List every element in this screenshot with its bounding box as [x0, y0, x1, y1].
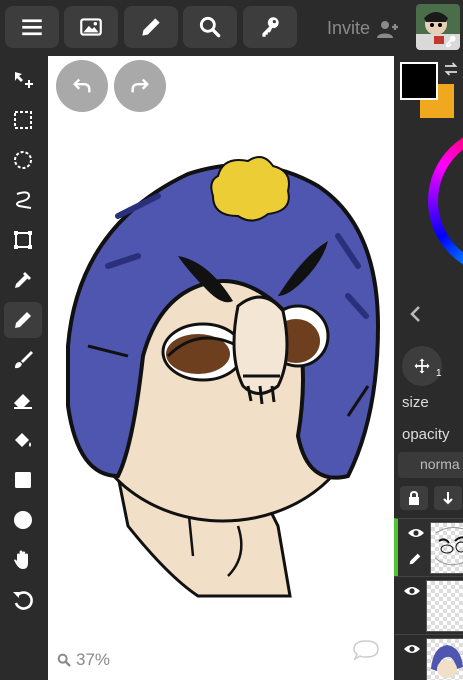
key-badge-icon — [446, 35, 456, 48]
zoom-icon — [57, 653, 71, 667]
tool-free-select[interactable] — [4, 182, 42, 218]
lasso-select-icon — [14, 151, 32, 169]
artwork — [66, 156, 381, 598]
search-icon — [199, 16, 221, 38]
tool-fill[interactable] — [4, 422, 42, 458]
move-icon — [414, 358, 430, 374]
tool-move[interactable] — [4, 62, 42, 98]
invite-label: Invite — [327, 18, 371, 38]
blend-mode-select[interactable]: norma — [398, 452, 463, 478]
square-icon — [15, 472, 31, 488]
tool-lasso-select[interactable] — [4, 142, 42, 178]
menu-button[interactable] — [5, 6, 59, 48]
color-wheel[interactable] — [428, 126, 463, 276]
top-toolbar: Invite — [0, 0, 463, 56]
chevron-left-icon[interactable] — [408, 304, 422, 324]
redo-icon — [131, 78, 150, 93]
lock-icon — [409, 490, 419, 505]
left-toolbar — [0, 56, 48, 680]
tool-hand[interactable] — [4, 542, 42, 578]
tool-shape-circle[interactable] — [4, 502, 42, 538]
undo-icon — [72, 78, 91, 93]
layer-item[interactable] — [394, 576, 463, 635]
swap-colors-icon[interactable] — [442, 60, 460, 78]
hand-icon — [14, 550, 28, 569]
drawing-canvas[interactable]: 37% — [48, 56, 394, 680]
eye-icon[interactable] — [403, 585, 421, 597]
redo-button[interactable] — [114, 60, 166, 112]
layer-thumbnail — [430, 522, 463, 574]
chat-button[interactable] — [352, 639, 380, 666]
invite-button[interactable]: Invite — [327, 18, 400, 39]
undo-button[interactable] — [56, 60, 108, 112]
key-button[interactable] — [243, 6, 297, 48]
layer-thumbnail — [426, 580, 463, 632]
tool-crop[interactable] — [4, 222, 42, 258]
tool-eraser[interactable] — [4, 382, 42, 418]
eyedropper-icon — [15, 272, 31, 288]
rect-select-icon — [14, 111, 32, 129]
layer-item[interactable] — [394, 634, 463, 680]
key-icon — [262, 17, 279, 37]
primary-color-swatch[interactable] — [400, 62, 438, 100]
chat-icon — [353, 640, 379, 661]
tool-soft-brush[interactable] — [4, 342, 42, 378]
arrow-down-icon — [443, 492, 453, 505]
tool-eyedropper[interactable] — [4, 262, 42, 298]
right-panel: 1 size opacity norma — [394, 56, 463, 680]
pencil-icon — [142, 18, 160, 36]
paint-bucket-icon — [15, 433, 31, 447]
eye-icon[interactable] — [407, 527, 425, 539]
image-button[interactable] — [64, 6, 118, 48]
user-avatar[interactable] — [416, 4, 460, 50]
move-icon — [15, 72, 33, 88]
zoom-indicator[interactable]: 37% — [56, 650, 110, 670]
circle-icon — [14, 511, 32, 529]
pencil-icon — [409, 553, 421, 565]
layer-item[interactable] — [394, 518, 463, 576]
opacity-label: opacity — [402, 426, 450, 443]
crop-icon — [14, 231, 32, 249]
merge-down-button[interactable] — [434, 486, 462, 510]
eye-icon[interactable] — [403, 643, 421, 655]
zoom-level: 37% — [76, 650, 111, 669]
lock-layer-button[interactable] — [400, 486, 428, 510]
rotate-icon — [13, 591, 33, 610]
move-layer-button[interactable]: 1 — [402, 346, 442, 386]
menu-icon — [22, 19, 42, 36]
tool-shape-rect[interactable] — [4, 462, 42, 498]
layer-thumbnail — [426, 638, 463, 680]
user-plus-icon — [377, 20, 399, 38]
paintbrush-icon — [15, 351, 33, 369]
eraser-icon — [14, 394, 32, 409]
tool-brush[interactable] — [4, 302, 42, 338]
free-select-icon — [16, 191, 32, 209]
tool-rotate[interactable] — [4, 582, 42, 618]
pencil-button[interactable] — [124, 6, 178, 48]
tool-rect-select[interactable] — [4, 102, 42, 138]
move-badge: 1 — [436, 368, 442, 379]
image-icon — [80, 18, 102, 36]
size-label: size — [402, 394, 429, 411]
brush-icon — [15, 312, 31, 328]
search-button[interactable] — [183, 6, 237, 48]
